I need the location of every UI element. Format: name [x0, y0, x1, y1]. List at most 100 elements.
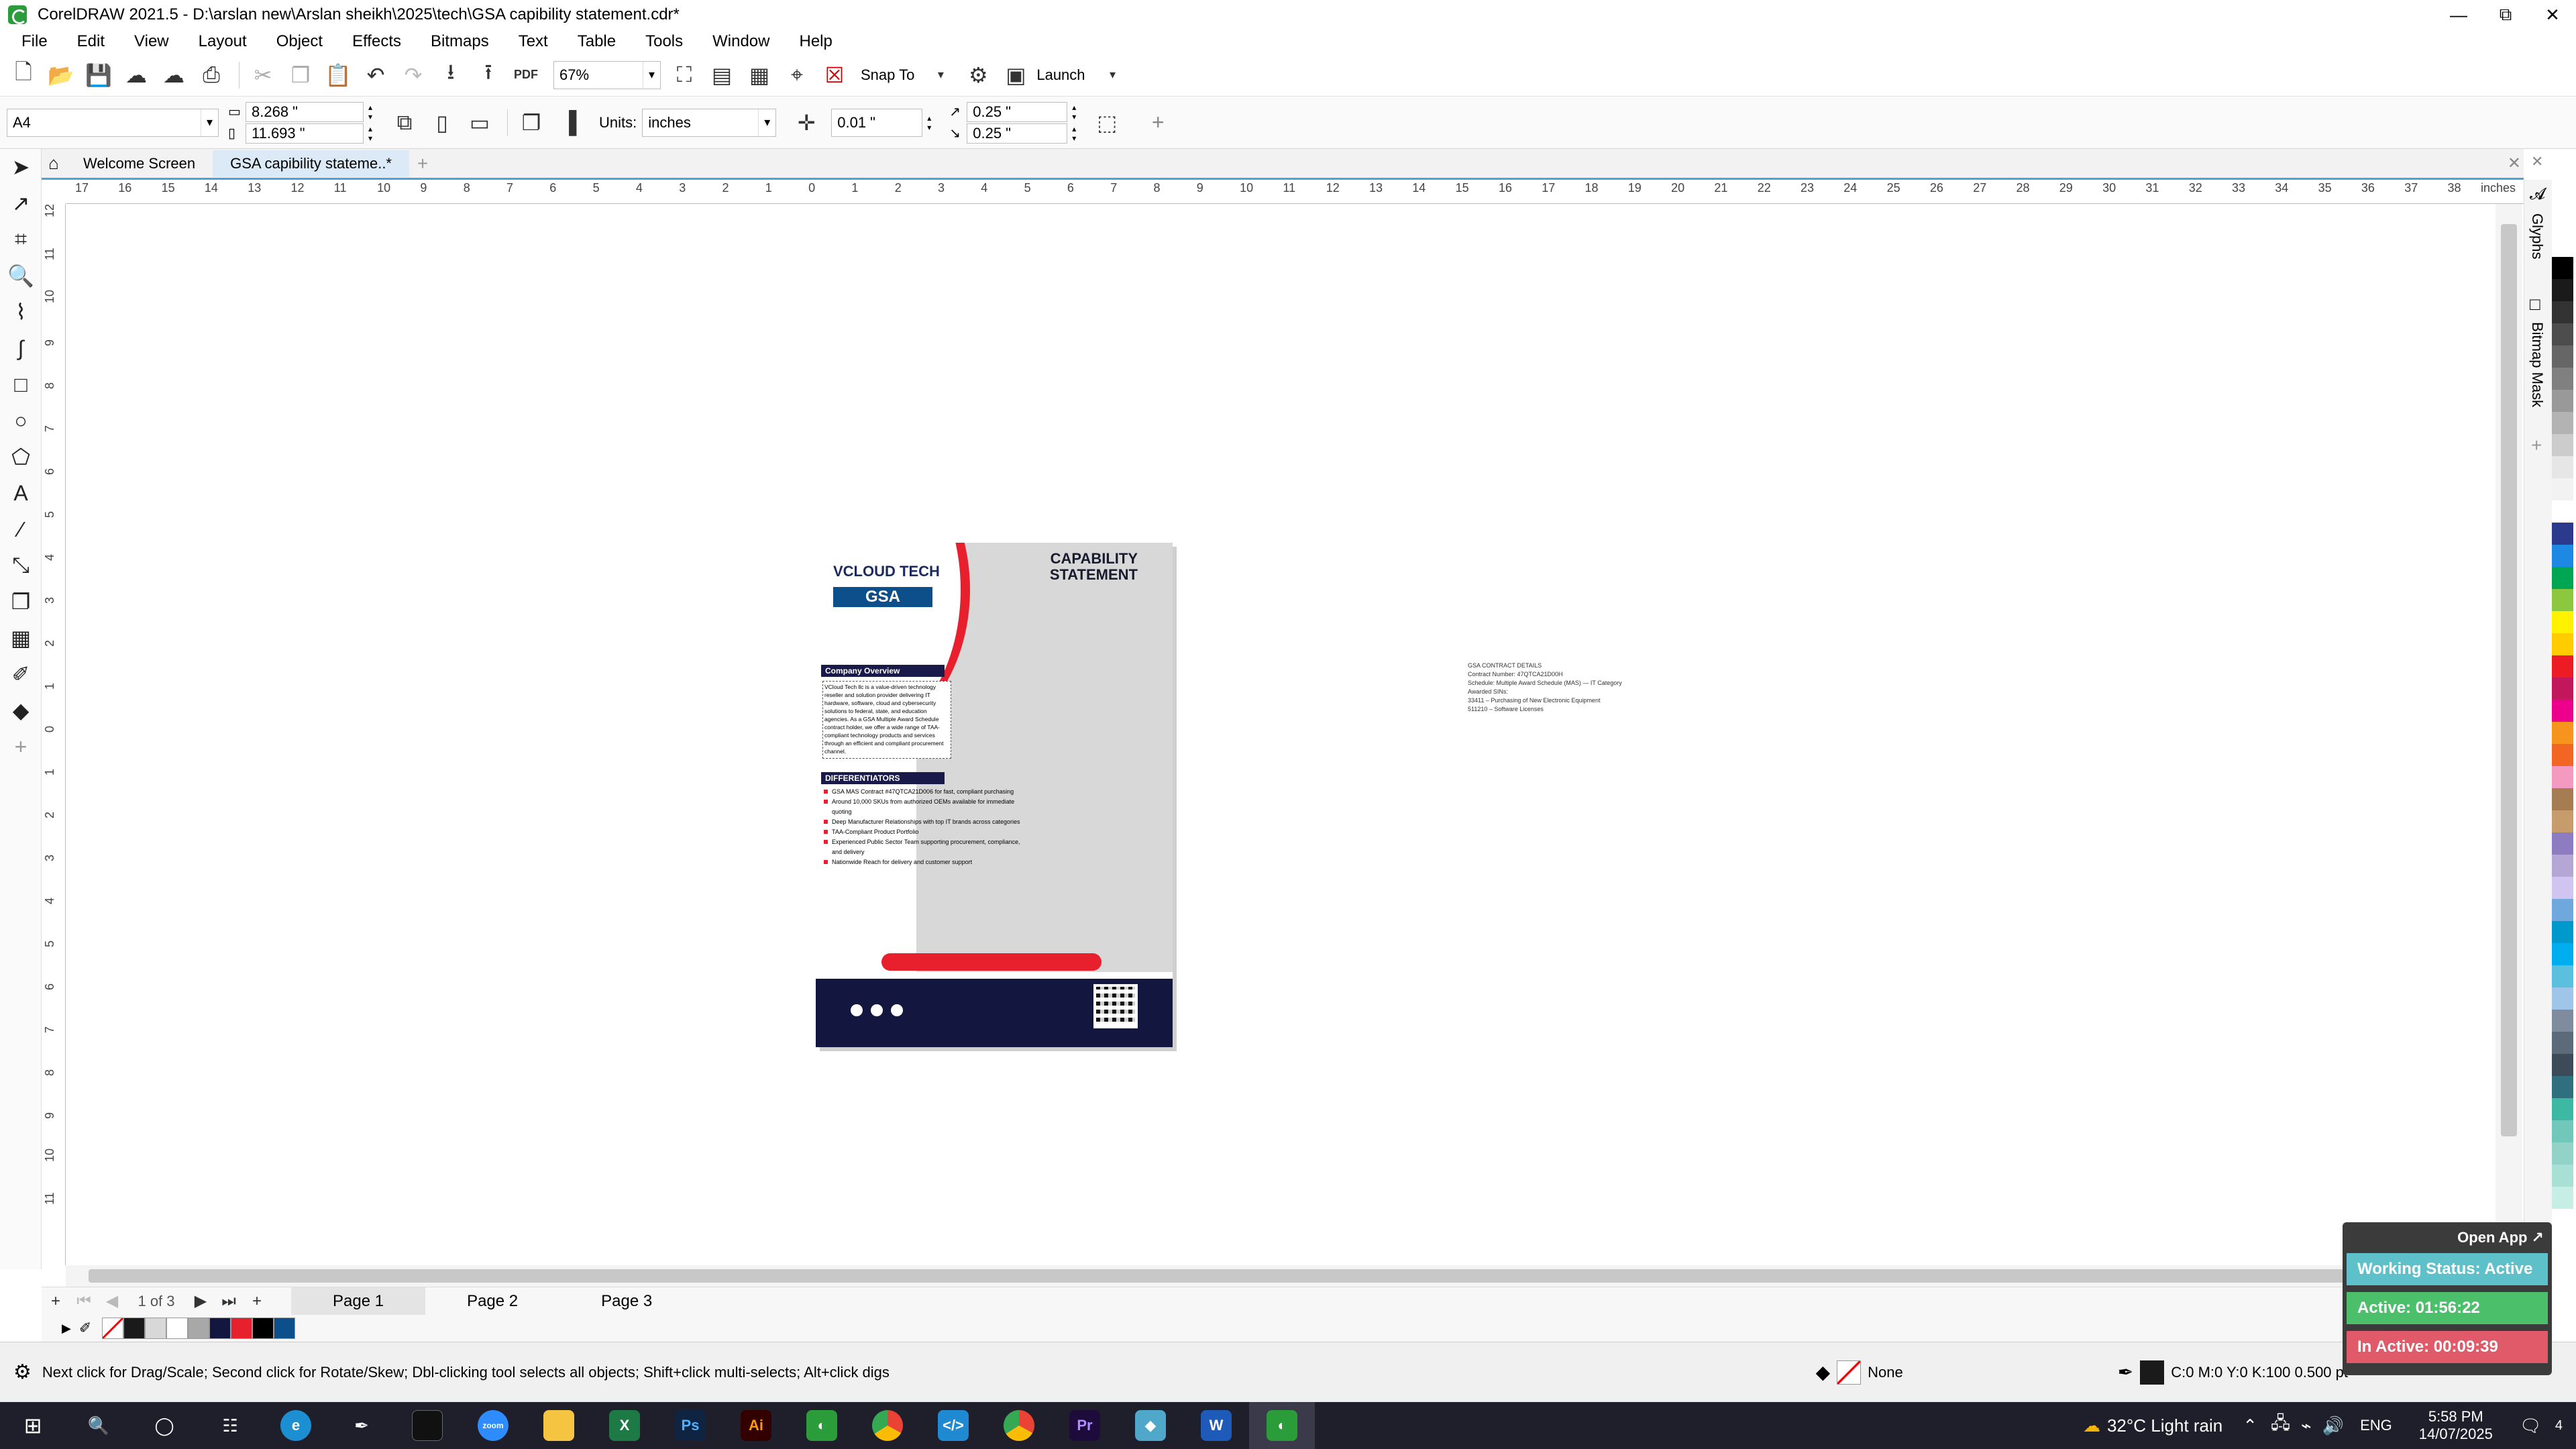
palette-swatch[interactable] — [2552, 1120, 2573, 1142]
palette-swatch[interactable] — [2552, 1032, 2573, 1054]
zoom-level-combo[interactable]: 67% ▾ — [553, 60, 661, 89]
next-page-icon[interactable]: ▶ — [186, 1291, 215, 1311]
add-page-after-icon[interactable]: + — [243, 1292, 271, 1311]
close-document-icon[interactable]: ✕ — [2508, 154, 2521, 173]
premiere-icon[interactable]: Pr — [1052, 1402, 1118, 1449]
chevron-up-icon[interactable]: ⌃ — [2243, 1415, 2257, 1436]
duplicate-y-input[interactable]: 0.25 " — [967, 123, 1068, 144]
menu-help[interactable]: Help — [784, 32, 847, 51]
menu-text[interactable]: Text — [504, 32, 563, 51]
spinner-arrows-icon[interactable]: ▴ ▾ — [1067, 103, 1081, 121]
swatch[interactable] — [209, 1318, 231, 1339]
palette-swatch[interactable] — [2552, 1076, 2573, 1098]
notification-icon[interactable]: 🗨 — [2520, 1415, 2542, 1436]
page-tab-3[interactable]: Page 3 — [559, 1287, 694, 1316]
palette-swatch[interactable] — [2552, 545, 2573, 567]
edge-icon[interactable]: e — [263, 1402, 329, 1449]
spinner-arrows-icon[interactable]: ▴ ▾ — [1067, 124, 1081, 143]
export-icon[interactable]: ⭱ — [472, 58, 505, 92]
new-document-icon[interactable]: 🗋 — [7, 58, 40, 92]
palette-swatch[interactable] — [2552, 810, 2573, 833]
home-icon[interactable]: ⌂ — [42, 153, 66, 174]
swatch[interactable] — [252, 1318, 274, 1339]
horizontal-scrollbar[interactable] — [66, 1265, 2496, 1287]
palette-swatch[interactable] — [2552, 987, 2573, 1010]
palette-swatch[interactable] — [2552, 323, 2573, 345]
swatch[interactable] — [123, 1318, 146, 1339]
tab-glyphs[interactable]: Glyphs — [2528, 213, 2546, 259]
palette-swatch[interactable] — [2552, 1165, 2573, 1187]
maximize-button[interactable]: ⧉ — [2482, 0, 2529, 30]
eyedropper-icon[interactable]: ✐ — [79, 1320, 91, 1337]
add-page-before-icon[interactable]: + — [42, 1292, 70, 1311]
palette-swatch[interactable] — [2552, 655, 2573, 678]
palette-swatch[interactable] — [2552, 279, 2573, 301]
minimize-button[interactable]: — — [2435, 0, 2482, 30]
units-combo[interactable]: inches ▾ — [642, 108, 777, 137]
current-page-icon[interactable]: ▐ — [552, 106, 586, 140]
prev-page-icon[interactable]: ◀ — [98, 1291, 126, 1311]
color-eyedropper-icon[interactable]: ✐ — [0, 656, 42, 692]
vertical-scrollbar[interactable] — [2496, 204, 2522, 1265]
palette-swatch[interactable] — [2552, 1187, 2573, 1209]
weather-text[interactable]: 32°C Light rain — [2107, 1415, 2222, 1436]
palette-swatch[interactable] — [2552, 257, 2573, 279]
cloud-upload-icon[interactable]: ☁ — [157, 58, 191, 92]
freehand-tool-icon[interactable]: ⌇ — [0, 294, 42, 330]
add-tool-plus-icon[interactable]: + — [0, 729, 42, 765]
cortana-icon[interactable]: ◯ — [131, 1402, 197, 1449]
page-tab-1[interactable]: Page 1 — [291, 1287, 426, 1316]
menu-effects[interactable]: Effects — [337, 32, 416, 51]
palette-swatch[interactable] — [2552, 788, 2573, 810]
add-docker-plus-icon[interactable]: + — [2531, 435, 2542, 456]
language-indicator[interactable]: ENG — [2360, 1417, 2392, 1434]
menu-file[interactable]: File — [7, 32, 62, 51]
chrome-profile-icon[interactable] — [986, 1402, 1052, 1449]
show-rulers-icon[interactable]: ▤ — [705, 58, 739, 92]
app-diamond-icon[interactable]: ◆ — [1118, 1402, 1183, 1449]
options-gear-icon[interactable]: ⚙ — [961, 58, 995, 92]
menu-layout[interactable]: Layout — [184, 32, 262, 51]
palette-swatch[interactable] — [2552, 744, 2573, 766]
word-icon[interactable]: W — [1183, 1402, 1249, 1449]
palette-swatch[interactable] — [2552, 235, 2573, 257]
text-tool-icon[interactable]: A — [0, 475, 42, 511]
open-app-button[interactable]: Open App ↗ — [2347, 1222, 2548, 1253]
palette-swatch[interactable] — [2552, 434, 2573, 456]
menu-edit[interactable]: Edit — [62, 32, 119, 51]
artistic-media-icon[interactable]: ∫ — [0, 330, 42, 366]
scroll-thumb[interactable] — [2501, 224, 2517, 1136]
snap-to-dropdown[interactable]: Snap To — [861, 66, 914, 84]
pen-app-icon[interactable]: ✒ — [329, 1402, 394, 1449]
zoom-icon[interactable]: zoom — [460, 1402, 526, 1449]
launch-dropdown[interactable]: Launch — [1036, 66, 1085, 84]
clock[interactable]: 5:58 PM 14/07/2025 — [2419, 1408, 2493, 1443]
drop-shadow-icon[interactable]: ❐ — [0, 584, 42, 620]
print-icon[interactable]: ⎙ — [195, 58, 228, 92]
palette-swatch[interactable] — [2552, 766, 2573, 788]
palette-swatch[interactable] — [2552, 678, 2573, 700]
horizontal-ruler[interactable]: 17 16 15 14 13 12 11 10 9 8 7 6 5 4 3 2 1 0 1 2 3 4 5 6 7 8 9 10 11 1… — [66, 180, 2524, 204]
palette-swatch[interactable] — [2552, 855, 2573, 877]
palette-swatch[interactable] — [2552, 1010, 2573, 1032]
palette-swatch[interactable] — [2552, 899, 2573, 921]
swatch-none[interactable] — [102, 1318, 124, 1339]
swatch[interactable] — [145, 1318, 167, 1339]
task-view-icon[interactable]: ☷ — [197, 1402, 263, 1449]
palette-swatch[interactable] — [2552, 412, 2573, 434]
palette-swatch[interactable] — [2552, 633, 2573, 655]
coreldraw-taskbar-icon[interactable]: ◐ — [789, 1402, 855, 1449]
palette-expand-icon[interactable]: ▶ — [62, 1322, 71, 1336]
tab-document[interactable]: GSA capibility stateme..* — [213, 150, 409, 177]
launch-icon[interactable]: ▣ — [999, 58, 1032, 92]
menu-table[interactable]: Table — [563, 32, 631, 51]
cloud-download-icon[interactable]: ☁ — [119, 58, 153, 92]
swatch[interactable] — [188, 1318, 210, 1339]
palette-swatch[interactable] — [2552, 345, 2573, 368]
spinner-arrows-icon[interactable]: ▴ ▾ — [364, 103, 377, 121]
last-page-icon[interactable]: ⏭ — [215, 1292, 243, 1311]
palette-swatch[interactable] — [2552, 500, 2573, 523]
paste-icon[interactable]: 📋 — [321, 58, 355, 92]
chrome-icon[interactable] — [855, 1402, 920, 1449]
import-icon[interactable]: ⭳ — [434, 58, 468, 92]
